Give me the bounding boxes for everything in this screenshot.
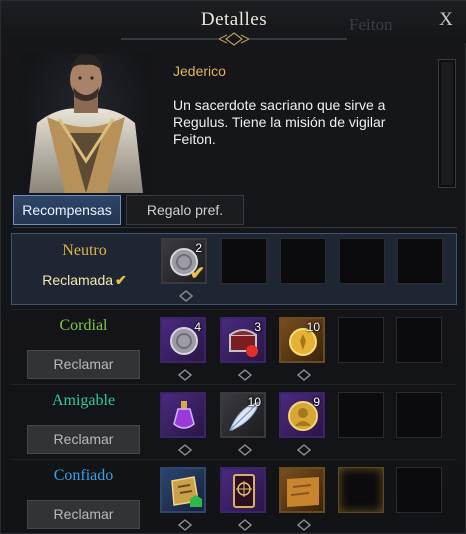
empty-reward-slot — [338, 317, 384, 363]
reward-slot[interactable]: 2 ✔ — [161, 238, 207, 302]
reward-diamond-icon — [238, 369, 252, 381]
divider — [11, 309, 457, 310]
dialog-title: Detalles — [200, 9, 268, 30]
tier-row-amigable: Amigable Reclamar 10 9 — [11, 388, 457, 460]
details-dialog: Feiton Detalles X Jederico Un sacerdote … — [0, 0, 466, 534]
reward-quantity: 10 — [306, 320, 320, 334]
empty-reward-slot — [339, 238, 385, 284]
divider — [11, 459, 457, 460]
reward-diamond-icon — [297, 444, 311, 456]
reward-diamond-icon — [238, 444, 252, 456]
claim-button[interactable]: Reclamar — [27, 350, 140, 379]
reward-slot[interactable] — [220, 467, 266, 531]
claimed-check-icon: ✔ — [189, 263, 205, 283]
claimed-label: Reclamada — [42, 272, 114, 288]
potion-icon — [173, 401, 195, 429]
reward-slot[interactable]: 10 — [279, 317, 325, 381]
empty-reward-slot — [396, 467, 442, 513]
divider — [11, 384, 457, 385]
checkmark-icon: ✔ — [115, 272, 127, 288]
reward-quantity: 4 — [194, 320, 201, 334]
reward-slot[interactable] — [279, 467, 325, 531]
tab-preferred-gift[interactable]: Regalo pref. — [126, 195, 244, 225]
npc-name: Jederico — [173, 63, 226, 79]
tab-rewards[interactable]: Recompensas — [13, 195, 121, 225]
scroll-icon — [287, 477, 319, 507]
empty-reward-slot — [280, 238, 326, 284]
npc-portrait — [19, 53, 153, 193]
empty-reward-slot — [397, 238, 443, 284]
reward-diamond-icon — [297, 369, 311, 381]
npc-portrait-image — [29, 54, 143, 193]
title-ornament-icon — [121, 32, 347, 46]
card-icon — [233, 474, 255, 508]
tier-row-neutro: Neutro Reclamada ✔ 2 ✔ — [11, 233, 457, 305]
reward-diamond-icon — [178, 519, 192, 531]
tier-name: Neutro — [62, 242, 107, 259]
npc-description: Un sacerdote sacriano que sirve a Regulu… — [173, 97, 386, 147]
scrollbar-thumb[interactable] — [441, 62, 453, 185]
reward-diamond-icon — [178, 444, 192, 456]
reward-diamond-icon — [179, 290, 193, 302]
claimed-status: Reclamada ✔ — [12, 272, 157, 289]
reward-quantity: 9 — [313, 395, 320, 409]
tier-row-confiado: Confiado Reclamar — [11, 463, 457, 534]
map-icon — [171, 476, 202, 507]
reward-slot[interactable]: 9 — [279, 392, 325, 456]
tier-name: Cordial — [59, 317, 108, 334]
title-bar: Feiton Detalles X — [1, 1, 466, 46]
tier-name: Amigable — [51, 392, 116, 409]
tier-name: Confiado — [53, 467, 114, 484]
reward-quantity: 10 — [247, 395, 261, 409]
close-button[interactable]: X — [435, 9, 457, 31]
divider — [13, 227, 457, 228]
claim-button[interactable]: Reclamar — [27, 500, 140, 529]
reward-slot[interactable] — [160, 392, 206, 456]
empty-reward-slot — [221, 238, 267, 284]
reward-slot[interactable]: 4 — [160, 317, 206, 381]
reward-quantity: 2 — [195, 241, 202, 255]
reward-diamond-icon — [297, 519, 311, 531]
reward-diamond-icon — [178, 369, 192, 381]
empty-reward-slot — [396, 392, 442, 438]
description-scrollbar[interactable] — [438, 59, 456, 188]
reward-slot[interactable]: 10 — [220, 392, 266, 456]
claim-button[interactable]: Reclamar — [27, 425, 140, 454]
empty-reward-slot — [396, 317, 442, 363]
reward-slot[interactable] — [160, 467, 206, 531]
tier-row-cordial: Cordial Reclamar 4 3 10 — [11, 313, 457, 385]
reward-diamond-icon — [238, 519, 252, 531]
reward-quantity: 3 — [254, 320, 261, 334]
empty-reward-slot — [338, 467, 384, 513]
empty-reward-slot — [338, 392, 384, 438]
reward-slot[interactable]: 3 — [220, 317, 266, 381]
